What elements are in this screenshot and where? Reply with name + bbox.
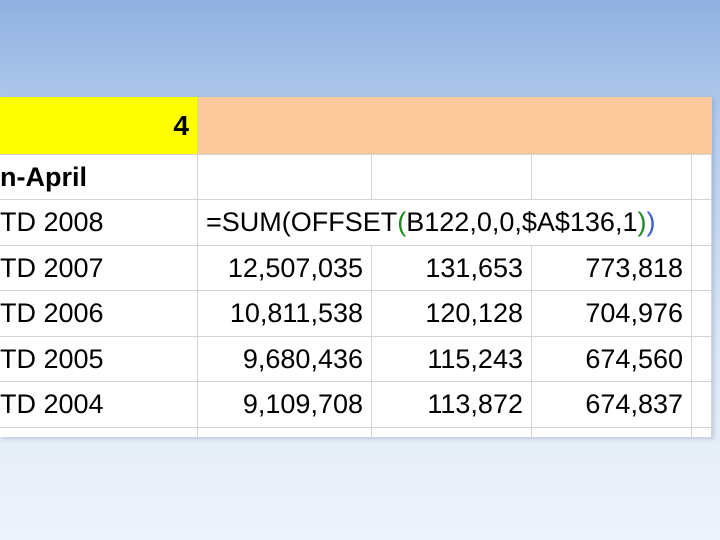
row-label-cell[interactable]: TD 2007: [0, 246, 198, 291]
value-cell[interactable]: 12,507,035: [198, 246, 372, 291]
table-row: TD 2006 10,811,538 120,128 704,976: [0, 291, 712, 337]
table-row: TD 2005 9,680,436 115,243 674,560: [0, 337, 712, 382]
value-cell[interactable]: 10,811,538: [198, 291, 372, 337]
formula-prefix: =SUM(OFFSET: [206, 207, 398, 237]
row-label-cell[interactable]: TD 2006: [0, 291, 198, 337]
empty-cell[interactable]: [372, 155, 532, 200]
value-cell[interactable]: 674,560: [532, 337, 692, 382]
value-cell[interactable]: 674,837: [532, 382, 692, 428]
formula-args: B122,0,0,$A$136,1: [406, 207, 638, 237]
value-cell[interactable]: 9,109,708: [198, 382, 372, 428]
value-cell[interactable]: 115,243: [372, 337, 532, 382]
empty-cell[interactable]: [692, 155, 712, 200]
value-cell[interactable]: 120,128: [372, 291, 532, 337]
header-value-cell[interactable]: 4: [0, 97, 198, 155]
formula-close-paren-green: ): [637, 207, 647, 237]
empty-cell[interactable]: [692, 291, 712, 337]
empty-cell[interactable]: [532, 155, 692, 200]
empty-cell[interactable]: [692, 382, 712, 428]
formula-cell[interactable]: =SUM(OFFSET(B122,0,0,$A$136,1)): [198, 200, 692, 246]
formula-row: TD 2008 =SUM(OFFSET(B122,0,0,$A$136,1)): [0, 200, 712, 246]
empty-cell[interactable]: [198, 155, 372, 200]
value-cell[interactable]: 131,653: [372, 246, 532, 291]
value-cell[interactable]: 113,872: [372, 382, 532, 428]
table-row: TD 2004 9,109,708 113,872 674,837: [0, 382, 712, 428]
empty-cell[interactable]: [692, 428, 712, 437]
empty-cell[interactable]: [692, 246, 712, 291]
formula-close-paren-outer: ): [646, 207, 656, 237]
empty-cell[interactable]: [692, 337, 712, 382]
empty-cell[interactable]: [692, 200, 712, 246]
table-row-partial: [0, 428, 712, 437]
header-row: 4: [0, 97, 712, 155]
empty-cell[interactable]: [372, 428, 532, 437]
value-cell[interactable]: 773,818: [532, 246, 692, 291]
empty-cell[interactable]: [0, 428, 198, 437]
month-row: n-April: [0, 155, 712, 200]
row-label-cell[interactable]: TD 2005: [0, 337, 198, 382]
month-label-cell[interactable]: n-April: [0, 155, 198, 200]
row-label-cell[interactable]: TD 2008: [0, 200, 198, 246]
formula-open-paren: (: [397, 207, 407, 237]
empty-cell[interactable]: [198, 428, 372, 437]
spreadsheet-grid: 4 n-April TD 2008 =SUM(OFFSET(B122,0,0,$…: [0, 97, 712, 437]
value-cell[interactable]: 704,976: [532, 291, 692, 337]
empty-cell[interactable]: [532, 428, 692, 437]
value-cell[interactable]: 9,680,436: [198, 337, 372, 382]
table-row: TD 2007 12,507,035 131,653 773,818: [0, 246, 712, 291]
row-label-cell[interactable]: TD 2004: [0, 382, 198, 428]
header-peach-cell[interactable]: [198, 97, 712, 155]
